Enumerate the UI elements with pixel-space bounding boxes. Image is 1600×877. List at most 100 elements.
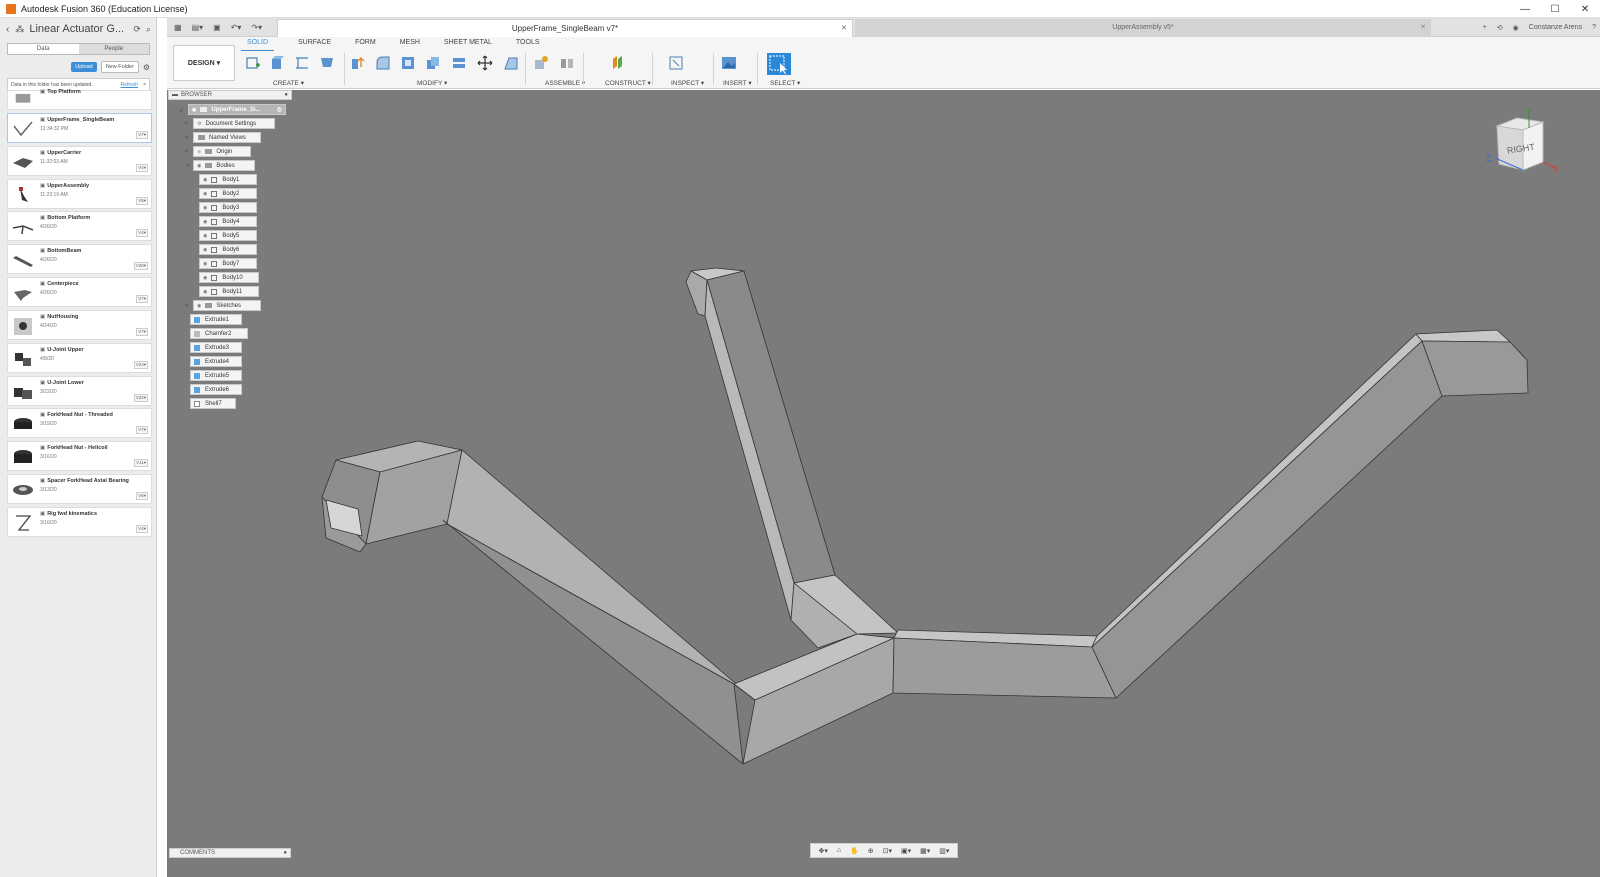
timeline-feature[interactable]: Chamfer2: [190, 328, 248, 339]
tab-people[interactable]: People: [79, 44, 150, 54]
version-badge[interactable]: V7▾: [136, 130, 148, 139]
browser-named-views[interactable]: Named Views: [193, 132, 261, 143]
extrude-icon[interactable]: [269, 55, 285, 71]
back-arrow-icon[interactable]: ‹: [6, 24, 9, 35]
sketch-dimension-icon[interactable]: [294, 55, 310, 71]
list-item[interactable]: ForkHead Nut - Helicoil 3/16/20 V11▾: [7, 441, 152, 472]
help-icon[interactable]: ?: [1592, 24, 1596, 31]
project-name[interactable]: Linear Actuator G...: [29, 23, 133, 35]
browser-body[interactable]: ◉ Body7: [199, 258, 257, 269]
move-icon[interactable]: [477, 55, 493, 71]
browser-body[interactable]: ◉ Body2: [199, 188, 257, 199]
assemble-group-label[interactable]: ASSEMBLE ▾: [545, 79, 585, 87]
list-item[interactable]: U-Joint Upper 4/8/20 V24▾: [7, 342, 152, 373]
timeline-feature[interactable]: Extrude4: [190, 356, 242, 367]
list-item[interactable]: NutHousing 4/24/20 V7▾: [7, 309, 152, 340]
grid-settings-icon[interactable]: ▦▾: [920, 847, 930, 855]
job-status-icon[interactable]: ⟲: [1497, 24, 1503, 32]
tab-upperframe[interactable]: UpperFrame_SingleBeam v7* ✕: [277, 19, 853, 37]
tab-data[interactable]: Data: [8, 44, 79, 54]
visibility-eye-icon[interactable]: ◉: [203, 177, 207, 183]
close-icon[interactable]: ✕: [1420, 19, 1426, 37]
list-item[interactable]: UpperCarrier 11:32:03 AM V4▾: [7, 145, 152, 176]
browser-header[interactable]: ▬ BROWSER ●: [168, 90, 292, 100]
joint-icon[interactable]: [559, 55, 575, 71]
minimize-button[interactable]: —: [1510, 0, 1540, 18]
list-item[interactable]: Top Platform: [7, 89, 152, 110]
list-item[interactable]: UpperAssembly 11:23:19 AM V5▾: [7, 178, 152, 209]
redo-icon[interactable]: ↷▾: [251, 23, 262, 32]
version-badge[interactable]: V4▾: [136, 163, 148, 172]
collapse-icon[interactable]: ▬: [172, 92, 178, 98]
browser-root-node[interactable]: ◉ UpperFrame_Si... ◎: [188, 104, 286, 115]
browser-body[interactable]: ◉ Body11: [199, 286, 259, 297]
add-tab-icon[interactable]: +: [1483, 24, 1487, 31]
chevron-right-icon[interactable]: ▶: [185, 120, 189, 126]
visibility-eye-icon[interactable]: ◉: [197, 149, 201, 155]
list-item[interactable]: BottomBeam 4/26/20 V20▾: [7, 244, 152, 275]
measure-icon[interactable]: [668, 55, 684, 71]
version-badge[interactable]: V7▾: [136, 426, 148, 435]
browser-body[interactable]: ◉ Body6: [199, 244, 257, 255]
save-icon[interactable]: ▣: [213, 23, 221, 32]
list-item[interactable]: ForkHead Nut - Threaded 3/19/20 V7▾: [7, 408, 152, 439]
browser-body[interactable]: ◉ Body1: [199, 174, 257, 185]
split-body-icon[interactable]: [451, 55, 467, 71]
create-form-icon[interactable]: [319, 55, 335, 71]
visibility-eye-icon[interactable]: ◉: [203, 247, 207, 253]
timeline-feature[interactable]: Extrude5: [190, 370, 242, 381]
display-settings-icon[interactable]: ▣▾: [901, 847, 911, 855]
insert-image-icon[interactable]: [721, 55, 737, 71]
browser-body[interactable]: ◉ Body3: [199, 202, 257, 213]
refresh-icon[interactable]: ⟳: [133, 24, 141, 35]
chevron-down-icon[interactable]: ◢: [179, 107, 183, 113]
tab-mesh[interactable]: MESH: [400, 39, 420, 51]
zoom-icon[interactable]: ⊕: [868, 847, 874, 855]
new-folder-button[interactable]: New Folder: [100, 61, 139, 73]
list-item[interactable]: UpperFrame_SingleBeam 12:34:32 PM V7▾: [7, 112, 152, 143]
list-item[interactable]: Centerpiece 4/26/20 V7▾: [7, 277, 152, 308]
visibility-eye-icon[interactable]: ◉: [197, 303, 201, 309]
browser-sketches-folder[interactable]: ◉ Sketches: [193, 300, 261, 311]
radio-icon[interactable]: ◎: [277, 106, 282, 113]
shell-icon[interactable]: [400, 55, 416, 71]
browser-body[interactable]: ◉ Body10: [199, 272, 259, 283]
workspace-switcher[interactable]: DESIGN ▾: [173, 45, 235, 81]
visibility-eye-icon[interactable]: ◉: [203, 219, 207, 225]
timeline-feature[interactable]: Extrude3: [190, 342, 242, 353]
version-badge[interactable]: V6▾: [136, 492, 148, 501]
pin-icon[interactable]: ●: [284, 92, 288, 98]
chevron-right-icon[interactable]: ▶: [185, 302, 189, 308]
file-menu-icon[interactable]: ▤▾: [192, 23, 204, 32]
select-icon[interactable]: [767, 53, 791, 75]
upload-button[interactable]: Upload: [71, 62, 97, 72]
look-at-icon[interactable]: ⌂: [837, 847, 841, 854]
offset-plane-icon[interactable]: [610, 55, 626, 71]
close-button[interactable]: ✕: [1570, 0, 1600, 18]
version-badge[interactable]: V4▾: [136, 229, 148, 238]
visibility-eye-icon[interactable]: ◉: [192, 107, 196, 113]
version-badge[interactable]: V7▾: [136, 327, 148, 336]
insert-group-label[interactable]: INSERT ▾: [723, 79, 752, 87]
draft-icon[interactable]: [503, 55, 519, 71]
grid-menu-icon[interactable]: ▦: [174, 23, 182, 32]
viewcube[interactable]: RIGHT Y Z X: [1485, 108, 1565, 178]
visibility-eye-icon[interactable]: ◉: [203, 205, 207, 211]
list-item[interactable]: Spacer ForkHead Axial Bearing 3/13/20 V6…: [7, 474, 152, 505]
new-component-icon[interactable]: [533, 55, 549, 71]
tab-tools[interactable]: TOOLS: [516, 39, 540, 51]
version-badge[interactable]: V24▾: [133, 360, 148, 369]
search-icon[interactable]: ⌕: [146, 24, 151, 35]
version-badge[interactable]: V7▾: [136, 295, 148, 304]
refresh-link[interactable]: Refresh: [121, 82, 139, 88]
undo-icon[interactable]: ↶▾: [231, 23, 242, 32]
browser-body[interactable]: ◉ Body5: [199, 230, 257, 241]
create-group-label[interactable]: CREATE ▾: [273, 79, 304, 87]
tab-sheet-metal[interactable]: SHEET METAL: [444, 39, 492, 51]
fillet-icon[interactable]: [375, 55, 391, 71]
visibility-eye-icon[interactable]: ◉: [203, 191, 207, 197]
list-item[interactable]: Rig fwd kinematics 3/16/20 V4▾: [7, 506, 152, 537]
visibility-eye-icon[interactable]: ◉: [203, 289, 207, 295]
browser-body[interactable]: ◉ Body4: [199, 216, 257, 227]
timeline-feature[interactable]: Extrude1: [190, 314, 242, 325]
